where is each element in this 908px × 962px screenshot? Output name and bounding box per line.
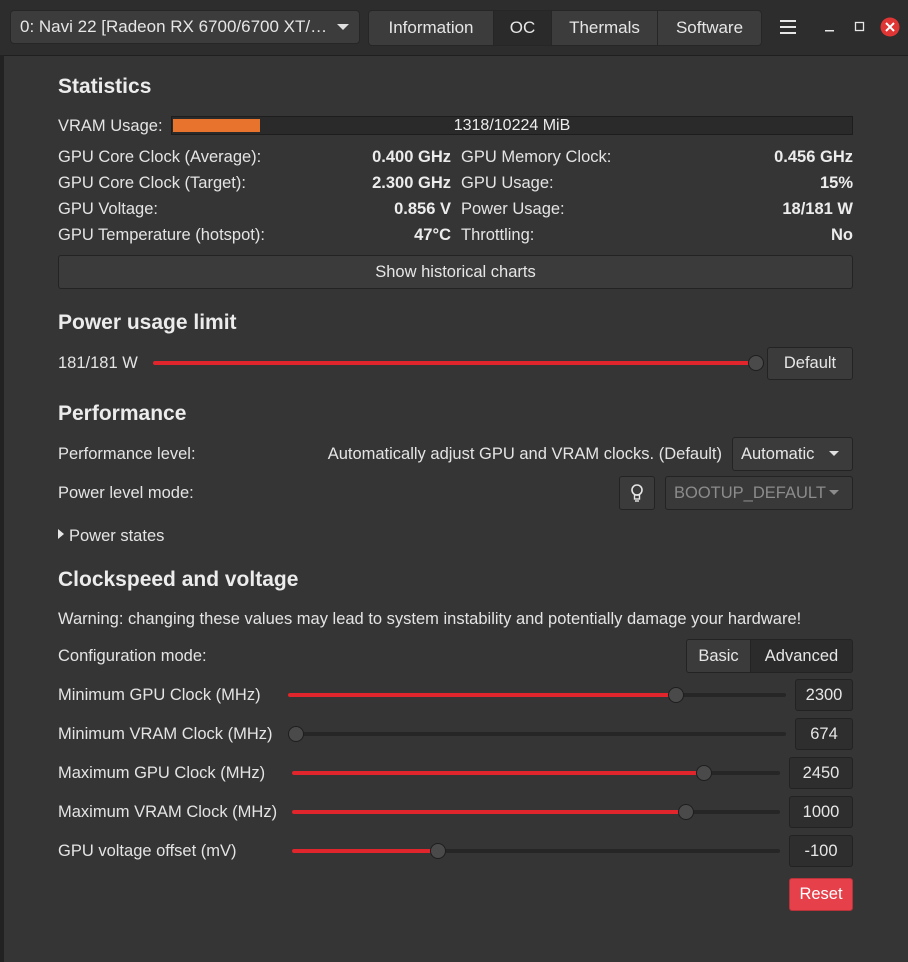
voltage-offset-input[interactable]: -100 xyxy=(789,835,853,867)
power-level-mode-label: Power level mode: xyxy=(58,484,194,502)
lightbulb-icon xyxy=(631,484,643,502)
tab-software[interactable]: Software xyxy=(658,11,761,45)
warning-text: Warning: changing these values may lead … xyxy=(58,610,802,628)
default-button[interactable]: Default xyxy=(767,347,853,380)
statistics-heading: Statistics xyxy=(58,75,152,98)
max-vram-clock-input[interactable]: 1000 xyxy=(789,796,853,828)
slider-label: Minimum GPU Clock (MHz) xyxy=(58,686,261,704)
clockspeed-heading: Clockspeed and voltage xyxy=(58,568,299,591)
vram-usage-text: 1318/10224 MiB xyxy=(453,117,571,134)
close-icon[interactable] xyxy=(878,15,902,39)
configuration-mode-label: Configuration mode: xyxy=(58,647,207,665)
stat-label: GPU Memory Clock: xyxy=(461,148,612,166)
stat-label: GPU Core Clock (Target): xyxy=(58,174,246,192)
max-vram-clock-slider[interactable] xyxy=(292,810,780,814)
minimize-icon[interactable] xyxy=(818,15,842,39)
window-frame xyxy=(0,55,4,962)
tab-information[interactable]: Information xyxy=(369,11,494,45)
chevron-down-icon xyxy=(829,451,839,456)
power-limit-slider-handle[interactable] xyxy=(748,355,764,371)
header-bar: 0: Navi 22 [Radeon RX 6700/6700 XT/… Inf… xyxy=(0,0,908,56)
voltage-offset-slider-handle[interactable] xyxy=(430,843,447,859)
stat-value: 47°C xyxy=(414,226,451,244)
min-gpu-clock-slider[interactable] xyxy=(288,693,786,697)
chevron-down-icon xyxy=(829,490,839,495)
power-limit-value: 181/181 W xyxy=(58,354,138,372)
performance-level-value: Automatic xyxy=(741,445,815,463)
stat-value: 0.456 GHz xyxy=(774,148,853,166)
show-historical-charts-button[interactable]: Show historical charts xyxy=(58,255,853,289)
basic-mode-button[interactable]: Basic xyxy=(686,639,751,673)
expander-arrow-icon[interactable] xyxy=(58,529,64,539)
gpu-selector-label: 0: Navi 22 [Radeon RX 6700/6700 XT/… xyxy=(20,17,328,36)
maximize-icon[interactable] xyxy=(848,15,872,39)
tab-oc[interactable]: OC xyxy=(494,11,552,45)
min-vram-clock-slider[interactable] xyxy=(290,732,786,736)
chevron-down-icon xyxy=(337,24,349,30)
stat-label: GPU Usage: xyxy=(461,174,554,192)
reset-button[interactable]: Reset xyxy=(789,878,853,911)
performance-level-description: Automatically adjust GPU and VRAM clocks… xyxy=(327,445,722,463)
slider-label: Minimum VRAM Clock (MHz) xyxy=(58,725,273,743)
stat-label: GPU Core Clock (Average): xyxy=(58,148,262,166)
slider-label: Maximum VRAM Clock (MHz) xyxy=(58,803,278,821)
min-gpu-clock-slider-handle[interactable] xyxy=(668,687,685,703)
vram-usage-bar: 1318/10224 MiB xyxy=(171,116,853,135)
power-limit-heading: Power usage limit xyxy=(58,311,237,334)
vram-usage-label: VRAM Usage: xyxy=(58,117,163,135)
stat-value: 18/181 W xyxy=(782,200,853,218)
power-limit-slider-fill xyxy=(153,361,756,365)
min-vram-clock-slider-handle[interactable] xyxy=(288,726,304,742)
power-limit-slider[interactable] xyxy=(153,361,756,365)
performance-heading: Performance xyxy=(58,402,187,425)
stat-value: No xyxy=(831,226,853,244)
voltage-offset-slider[interactable] xyxy=(292,849,780,853)
power-states-expander[interactable]: Power states xyxy=(69,527,164,546)
slider-label: GPU voltage offset (mV) xyxy=(58,842,237,860)
min-vram-clock-input[interactable]: 674 xyxy=(795,718,853,750)
advanced-mode-button[interactable]: Advanced xyxy=(750,639,853,673)
stat-value: 15% xyxy=(819,174,853,192)
gpu-selector-dropdown[interactable]: 0: Navi 22 [Radeon RX 6700/6700 XT/… xyxy=(10,10,360,44)
stat-value: 0.856 V xyxy=(394,200,451,218)
tab-thermals[interactable]: Thermals xyxy=(552,11,658,45)
power-level-mode-value: BOOTUP_DEFAULT xyxy=(674,484,826,502)
stat-label: Power Usage: xyxy=(461,200,565,218)
max-gpu-clock-input[interactable]: 2450 xyxy=(789,757,853,789)
stat-value: 0.400 GHz xyxy=(372,148,451,166)
menu-icon[interactable] xyxy=(776,15,800,39)
stat-value: 2.300 GHz xyxy=(372,174,451,192)
stat-label: Throttling: xyxy=(461,226,535,244)
tab-bar: Information OC Thermals Software xyxy=(368,10,762,46)
stat-label: GPU Temperature (hotspot): xyxy=(58,226,265,244)
slider-label: Maximum GPU Clock (MHz) xyxy=(58,764,266,782)
stat-label: GPU Voltage: xyxy=(58,200,158,218)
max-gpu-clock-slider-handle[interactable] xyxy=(696,765,713,781)
performance-level-label: Performance level: xyxy=(58,445,196,463)
power-level-mode-dropdown: BOOTUP_DEFAULT xyxy=(665,476,853,510)
max-vram-clock-slider-handle[interactable] xyxy=(678,804,695,820)
min-gpu-clock-input[interactable]: 2300 xyxy=(795,679,853,711)
lightbulb-button[interactable] xyxy=(619,476,655,510)
